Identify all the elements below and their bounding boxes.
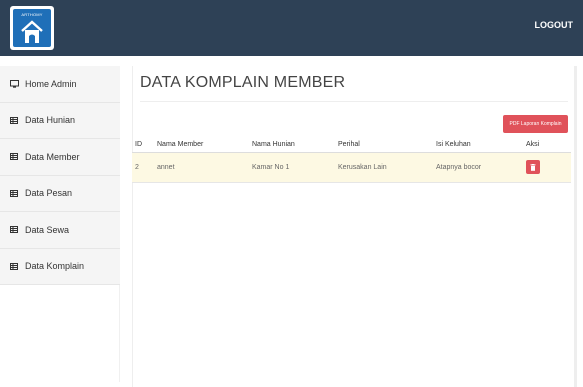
sidebar-item-label: Data Pesan (25, 188, 73, 199)
column-header-member: Nama Member (154, 137, 249, 153)
column-header-keluhan: Isi Keluhan (433, 137, 523, 153)
column-header-perihal: Perihal (335, 137, 433, 153)
trash-icon (530, 163, 536, 171)
cell-hunian: Kamar No 1 (249, 152, 335, 183)
sidebar-empty-area (0, 285, 120, 382)
table-icon (10, 226, 20, 234)
page-title: DATA KOMPLAIN MEMBER (140, 74, 346, 91)
cell-aksi (523, 152, 571, 183)
monitor-icon (10, 79, 20, 88)
scrollbar-track[interactable] (574, 66, 577, 387)
column-header-aksi: Aksi (523, 137, 571, 153)
sidebar-item-home-admin[interactable]: Home Admin (0, 66, 120, 103)
table-icon (10, 116, 20, 124)
sidebar-item-data-pesan[interactable]: Data Pesan (0, 176, 120, 212)
sidebar-item-label: Home Admin (25, 78, 77, 89)
title-divider (140, 101, 568, 102)
table-header-row: ID Nama Member Nama Hunian Perihal Isi K… (132, 137, 571, 153)
complaints-table: ID Nama Member Nama Hunian Perihal Isi K… (132, 137, 571, 183)
table-row[interactable]: 2 annet Kamar No 1 Kerusakan Lain Atapny… (132, 152, 571, 183)
logo-text: ARTHOMY (21, 12, 43, 17)
table-icon (10, 153, 20, 161)
sidebar-item-label: Data Komplain (25, 261, 85, 272)
cell-perihal: Kerusakan Lain (335, 152, 433, 183)
app-logo[interactable]: ARTHOMY (10, 6, 54, 50)
sidebar-item-data-hunian[interactable]: Data Hunian (0, 103, 120, 139)
delete-button[interactable] (526, 160, 540, 174)
pdf-report-button[interactable]: PDF Laporan Komplain (503, 115, 568, 133)
sidebar-item-label: Data Sewa (25, 224, 70, 235)
sidebar-item-label: Data Hunian (25, 115, 76, 126)
sidebar-item-data-sewa[interactable]: Data Sewa (0, 212, 120, 249)
sidebar-item-data-member[interactable]: Data Member (0, 139, 120, 176)
column-header-id: ID (132, 137, 154, 153)
logout-link[interactable]: LOGOUT (535, 20, 574, 30)
cell-keluhan: Atapnya bocor (433, 152, 523, 183)
cell-id: 2 (132, 152, 154, 183)
sidebar-item-data-komplain[interactable]: Data Komplain (0, 249, 120, 285)
cell-member: annet (154, 152, 249, 183)
table-icon (10, 189, 20, 197)
column-header-hunian: Nama Hunian (249, 137, 335, 153)
top-navbar: ARTHOMY LOGOUT (0, 0, 583, 56)
sidebar-item-label: Data Member (25, 151, 80, 162)
logo-badge: ARTHOMY (13, 9, 51, 47)
panel-divider (132, 66, 133, 387)
table-icon (10, 262, 20, 270)
house-icon (21, 20, 43, 43)
